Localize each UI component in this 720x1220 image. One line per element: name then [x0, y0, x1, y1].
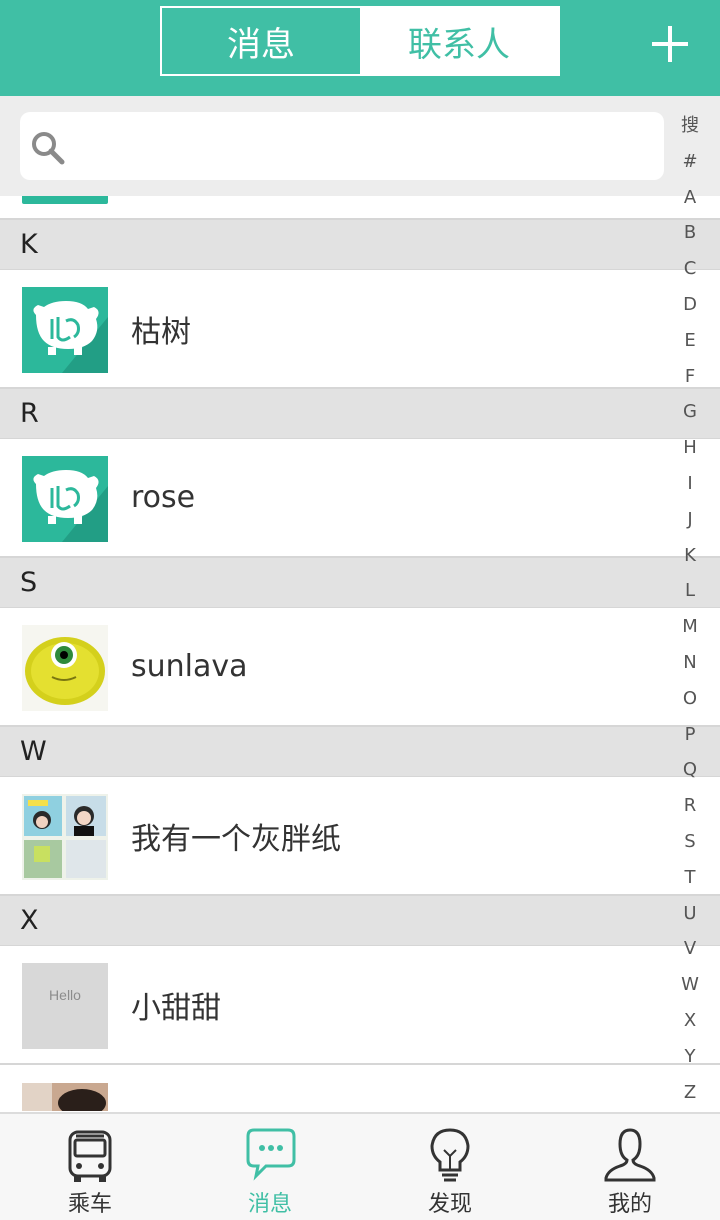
index-letter[interactable]: L [670, 573, 710, 609]
list-item[interactable]: 枯树 [0, 270, 720, 389]
index-letter[interactable]: I [670, 466, 710, 502]
index-letter[interactable]: A [670, 180, 710, 216]
contact-name: rose [131, 480, 196, 515]
nav-label: 我的 [607, 1192, 652, 1217]
index-letter[interactable]: O [670, 681, 710, 717]
index-letter[interactable]: G [670, 394, 710, 430]
index-letter[interactable]: 搜 [670, 108, 710, 144]
search-input[interactable] [20, 112, 664, 180]
hello-gray-avatar: Hello [22, 963, 108, 1049]
index-letter[interactable]: E [670, 323, 710, 359]
green-logo-avatar [22, 287, 108, 373]
photo-avatar [22, 1083, 108, 1111]
section-header: S [0, 558, 720, 608]
index-letter[interactable]: Y [670, 1039, 710, 1075]
yellow-monster-avatar [22, 625, 108, 711]
avatar-text: Hello [49, 987, 81, 1003]
green-logo-avatar [22, 456, 108, 542]
index-letter[interactable]: H [670, 430, 710, 466]
section-header: K [0, 220, 720, 270]
chat-bubble-icon [246, 1128, 296, 1181]
index-letter[interactable]: # [670, 144, 710, 180]
list-item[interactable]: Hello 小甜甜 [0, 946, 720, 1065]
top-header: 消息 联系人 [0, 0, 720, 96]
index-letter[interactable]: U [670, 896, 710, 932]
index-letter[interactable]: M [670, 609, 710, 645]
index-letter[interactable]: Z [670, 1075, 710, 1111]
index-letter[interactable]: X [670, 1003, 710, 1039]
search-icon [32, 132, 65, 165]
contact-name: 枯树 [131, 314, 191, 350]
search-bar [0, 96, 720, 196]
index-letter[interactable]: B [670, 215, 710, 251]
plus-icon[interactable] [650, 24, 690, 64]
nav-discover[interactable]: 发现 [360, 1114, 540, 1220]
lightbulb-icon [430, 1128, 470, 1182]
contact-name: 我有一个灰胖纸 [131, 821, 341, 857]
section-header: W [0, 727, 720, 777]
contact-list: K 枯树 R rose S sunlava W 我有一个灰胖纸 X Hello … [0, 196, 720, 1112]
index-letter[interactable]: P [670, 717, 710, 753]
nav-label: 发现 [427, 1192, 472, 1217]
index-letter[interactable]: T [670, 860, 710, 896]
index-letter[interactable]: J [670, 502, 710, 538]
contact-name: sunlava [131, 649, 248, 684]
contact-name: 小甜甜 [131, 990, 221, 1026]
nav-mine[interactable]: 我的 [540, 1114, 720, 1220]
index-letter[interactable]: F [670, 359, 710, 395]
index-letter[interactable]: K [670, 538, 710, 574]
bottom-nav: 乘车 消息 发现 我的 [0, 1112, 720, 1220]
index-letter[interactable]: N [670, 645, 710, 681]
tab-contacts[interactable]: 联系人 [360, 8, 558, 74]
index-letter[interactable]: V [670, 931, 710, 967]
list-item[interactable] [0, 1065, 720, 1111]
index-letter[interactable]: W [670, 967, 710, 1003]
nav-ride[interactable]: 乘车 [0, 1114, 180, 1220]
list-item[interactable]: 我有一个灰胖纸 [0, 777, 720, 896]
person-icon [604, 1128, 656, 1182]
list-item[interactable] [0, 196, 720, 220]
index-letter[interactable]: D [670, 287, 710, 323]
alphabet-index[interactable]: 搜 # A B C D E F G H I J K L M N O P Q R S T U V W X Y Z [670, 108, 710, 1110]
green-logo-avatar [22, 196, 108, 204]
list-item[interactable]: rose [0, 439, 720, 558]
section-header: R [0, 389, 720, 439]
tab-switcher: 消息 联系人 [160, 6, 560, 76]
index-letter[interactable]: S [670, 824, 710, 860]
index-letter[interactable]: Q [670, 752, 710, 788]
bus-icon [68, 1130, 112, 1182]
photo-collage-avatar [22, 794, 108, 880]
list-item[interactable]: sunlava [0, 608, 720, 727]
index-letter[interactable]: R [670, 788, 710, 824]
section-header: X [0, 896, 720, 946]
nav-messages[interactable]: 消息 [180, 1114, 360, 1220]
tab-messages[interactable]: 消息 [162, 8, 360, 74]
nav-label: 乘车 [67, 1192, 112, 1217]
nav-label: 消息 [247, 1192, 292, 1217]
index-letter[interactable]: C [670, 251, 710, 287]
